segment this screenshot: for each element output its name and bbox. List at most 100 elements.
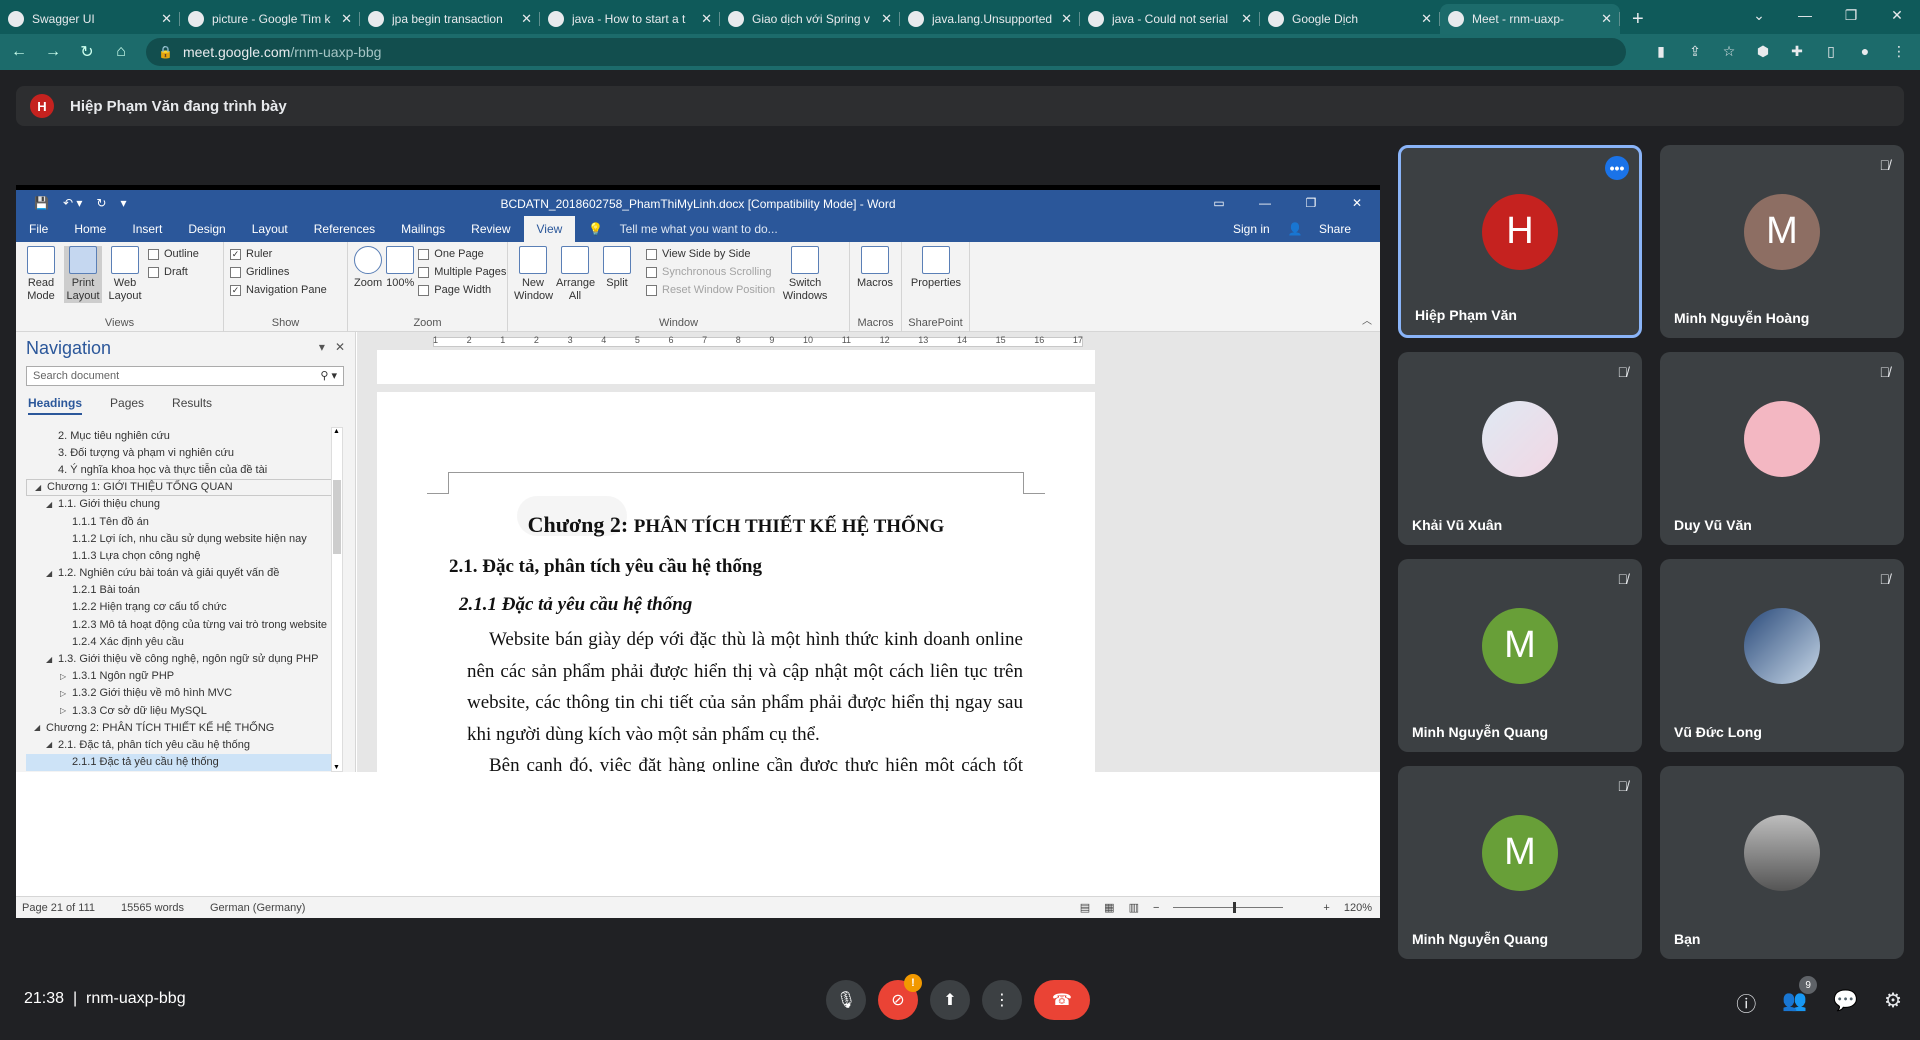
participant-tile[interactable]: 🎙̸ Khải Vũ Xuân <box>1398 352 1642 545</box>
collapse-triangle-icon[interactable]: ◢ <box>46 740 52 749</box>
heading-item[interactable]: 1.2.3 Mô tả hoạt động của từng vai trò t… <box>26 616 336 633</box>
leave-call-button[interactable]: ☎ <box>1034 980 1090 1020</box>
menu-dots-icon[interactable]: ⋮ <box>1888 38 1910 64</box>
nav-tab-pages[interactable]: Pages <box>110 396 144 415</box>
web-layout-button[interactable]: Web Layout <box>106 246 144 303</box>
heading-item[interactable]: 1.1.1 Tên đồ án <box>26 513 336 530</box>
ribbon-tab-design[interactable]: Design <box>175 222 238 242</box>
read-mode-button[interactable]: Read Mode <box>22 246 60 303</box>
print-view-icon[interactable]: ▦ <box>1104 901 1114 914</box>
collapse-triangle-icon[interactable]: ◢ <box>46 655 52 664</box>
heading-item[interactable]: 2. Mục tiêu nghiên cứu <box>26 427 336 444</box>
ribbon-tab-view[interactable]: View <box>523 216 576 242</box>
heading-item[interactable]: 1.1.2 Lợi ích, nhu cầu sử dụng website h… <box>26 530 336 547</box>
tab-close-icon[interactable]: ✕ <box>341 11 352 27</box>
browser-tab[interactable]: java - How to start a t ✕ <box>540 4 720 34</box>
home-icon[interactable]: ⌂ <box>106 37 136 67</box>
ribbon-display-icon[interactable]: ▭ <box>1196 190 1242 216</box>
heading-item[interactable]: ◢ 1.2. Nghiên cứu bài toán và giải quyết … <box>26 565 336 582</box>
zoom-slider[interactable] <box>1173 902 1284 913</box>
tell-me-box[interactable]: 💡 Tell me what you want to do... <box>575 222 803 242</box>
minimize-icon[interactable]: — <box>1782 0 1828 30</box>
ribbon-tab-home[interactable]: Home <box>61 222 119 242</box>
search-icon[interactable]: ⚲ ▾ <box>320 369 337 382</box>
ruler-checkbox[interactable]: ✓ Ruler <box>230 248 341 260</box>
tab-close-icon[interactable]: ✕ <box>1241 11 1252 27</box>
reset-window-button[interactable]: Reset Window Position <box>646 284 775 296</box>
browser-tab[interactable]: jpa begin transaction ✕ <box>360 4 540 34</box>
language[interactable]: German (Germany) <box>210 902 305 914</box>
document-area[interactable]: 1 2 1 2 3 4 5 6 7 8 9 10 11 12 13 14 15 16 17 Chương 2: PH… <box>357 332 1380 772</box>
word-restore-icon[interactable]: ❐ <box>1288 190 1334 216</box>
camera-icon[interactable]: ▮ <box>1650 38 1672 64</box>
tab-close-icon[interactable]: ✕ <box>1061 11 1072 27</box>
word-count[interactable]: 15565 words <box>121 902 184 914</box>
browser-tab[interactable]: Google Dịch ✕ <box>1260 4 1440 34</box>
arrange-all-button[interactable]: Arrange All <box>556 246 595 303</box>
web-view-icon[interactable]: ▥ <box>1129 901 1139 914</box>
scroll-up-icon[interactable]: ▲ <box>333 428 340 435</box>
page-width-button[interactable]: Page Width <box>418 284 506 296</box>
expand-triangle-icon[interactable]: ▷ <box>60 689 66 698</box>
heading-item[interactable]: ▷ 1.3.2 Giới thiệu về mô hình MVC <box>26 685 336 702</box>
gridlines-checkbox[interactable]: Gridlines <box>230 266 341 278</box>
heading-item[interactable]: ◢ 1.3. Giới thiệu về công nghệ, ngôn ngữ … <box>26 650 336 667</box>
collapse-ribbon-icon[interactable]: ︿ <box>1362 312 1372 327</box>
people-icon[interactable]: 👥 9 <box>1782 976 1818 1017</box>
collapse-triangle-icon[interactable]: ◢ <box>34 723 40 732</box>
puzzle-icon[interactable]: ✚ <box>1786 38 1808 64</box>
nav-close-icon[interactable]: ✕ <box>335 340 345 354</box>
page-count[interactable]: Page 21 of 111 <box>22 902 95 914</box>
reload-icon[interactable]: ↻ <box>72 37 102 67</box>
close-window-icon[interactable]: ✕ <box>1874 0 1920 30</box>
ribbon-tab-layout[interactable]: Layout <box>239 222 301 242</box>
sync-scrolling-button[interactable]: Synchronous Scrolling <box>646 266 775 278</box>
more-options-button[interactable]: ⋮ <box>982 980 1022 1020</box>
ribbon-tab-mailings[interactable]: Mailings <box>388 222 458 242</box>
side-by-side-button[interactable]: View Side by Side <box>646 248 775 260</box>
nav-tab-results[interactable]: Results <box>172 396 212 415</box>
browser-tab[interactable]: java - Could not serial ✕ <box>1080 4 1260 34</box>
browser-tab[interactable]: Meet - rnm-uaxp- ✕ <box>1440 4 1620 34</box>
mic-button[interactable]: 🎙 <box>826 980 866 1020</box>
browser-tab[interactable]: Giao dịch với Spring v ✕ <box>720 4 900 34</box>
expand-triangle-icon[interactable]: ▷ <box>60 706 66 715</box>
word-close-icon[interactable]: ✕ <box>1334 190 1380 216</box>
multiple-pages-button[interactable]: Multiple Pages <box>418 266 506 278</box>
heading-item[interactable]: 1.2.4 Xác định yêu cầu <box>26 633 336 650</box>
ribbon-tab-references[interactable]: References <box>301 222 388 242</box>
new-tab-button[interactable]: + <box>1620 4 1656 34</box>
collapse-triangle-icon[interactable]: ◢ <box>46 500 52 509</box>
heading-item[interactable]: ▷ 1.3.3 Cơ sở dữ liệu MySQL <box>26 702 336 719</box>
nav-search-input[interactable]: Search document ⚲ ▾ <box>26 366 344 386</box>
nav-scrollbar[interactable]: ▲ ▼ <box>331 427 343 772</box>
heading-item[interactable]: 1.1.3 Lựa chọn công nghệ <box>26 547 336 564</box>
heading-item[interactable]: 2.1.1 Đặc tả yêu cầu hệ thống <box>26 753 336 771</box>
ribbon-tab-file[interactable]: File <box>16 222 61 242</box>
heading-item[interactable]: ◢ Chương 1: GIỚI THIỆU TỔNG QUAN <box>26 478 336 496</box>
participant-tile[interactable]: Bạn <box>1660 766 1904 959</box>
tab-close-icon[interactable]: ✕ <box>1601 11 1612 27</box>
ribbon-tab-review[interactable]: Review <box>458 222 523 242</box>
nav-options-icon[interactable]: ▾ <box>319 340 325 354</box>
tab-close-icon[interactable]: ✕ <box>1421 11 1432 27</box>
outline-button[interactable]: Outline <box>148 248 199 260</box>
participant-tile[interactable]: M 🎙̸ Minh Nguyễn Quang <box>1398 766 1642 959</box>
participant-tile[interactable]: 🎙̸ Vũ Đức Long <box>1660 559 1904 752</box>
heading-item[interactable]: ◢ 2.1. Đặc tả, phân tích yêu cầu hệ thống <box>26 736 336 753</box>
scroll-down-icon[interactable]: ▼ <box>333 764 340 771</box>
draft-button[interactable]: Draft <box>148 266 199 278</box>
nav-tab-headings[interactable]: Headings <box>28 396 83 415</box>
switch-windows-button[interactable]: Switch Windows <box>779 246 831 303</box>
ribbon-tab-insert[interactable]: Insert <box>119 222 175 242</box>
horizontal-ruler[interactable]: 1 2 1 2 3 4 5 6 7 8 9 10 11 12 13 14 15 16 17 <box>357 334 1380 350</box>
word-minimize-icon[interactable]: — <box>1242 190 1288 216</box>
forward-icon[interactable]: → <box>38 37 68 67</box>
collapse-triangle-icon[interactable]: ◢ <box>35 483 41 492</box>
heading-item[interactable]: 1.2.2 Hiện trạng cơ cấu tổ chức <box>26 599 336 616</box>
share-icon[interactable]: ⇪ <box>1684 38 1706 64</box>
page-current[interactable]: Chương 2: PHÂN TÍCH THIẾT KẾ HỆ THỐNG 2.… <box>377 392 1095 772</box>
camera-button[interactable]: ⊘! <box>878 974 922 1020</box>
share-button[interactable]: 👤 Share <box>1288 222 1364 236</box>
participant-tile[interactable]: M 🎙̸ Minh Nguyễn Quang <box>1398 559 1642 752</box>
